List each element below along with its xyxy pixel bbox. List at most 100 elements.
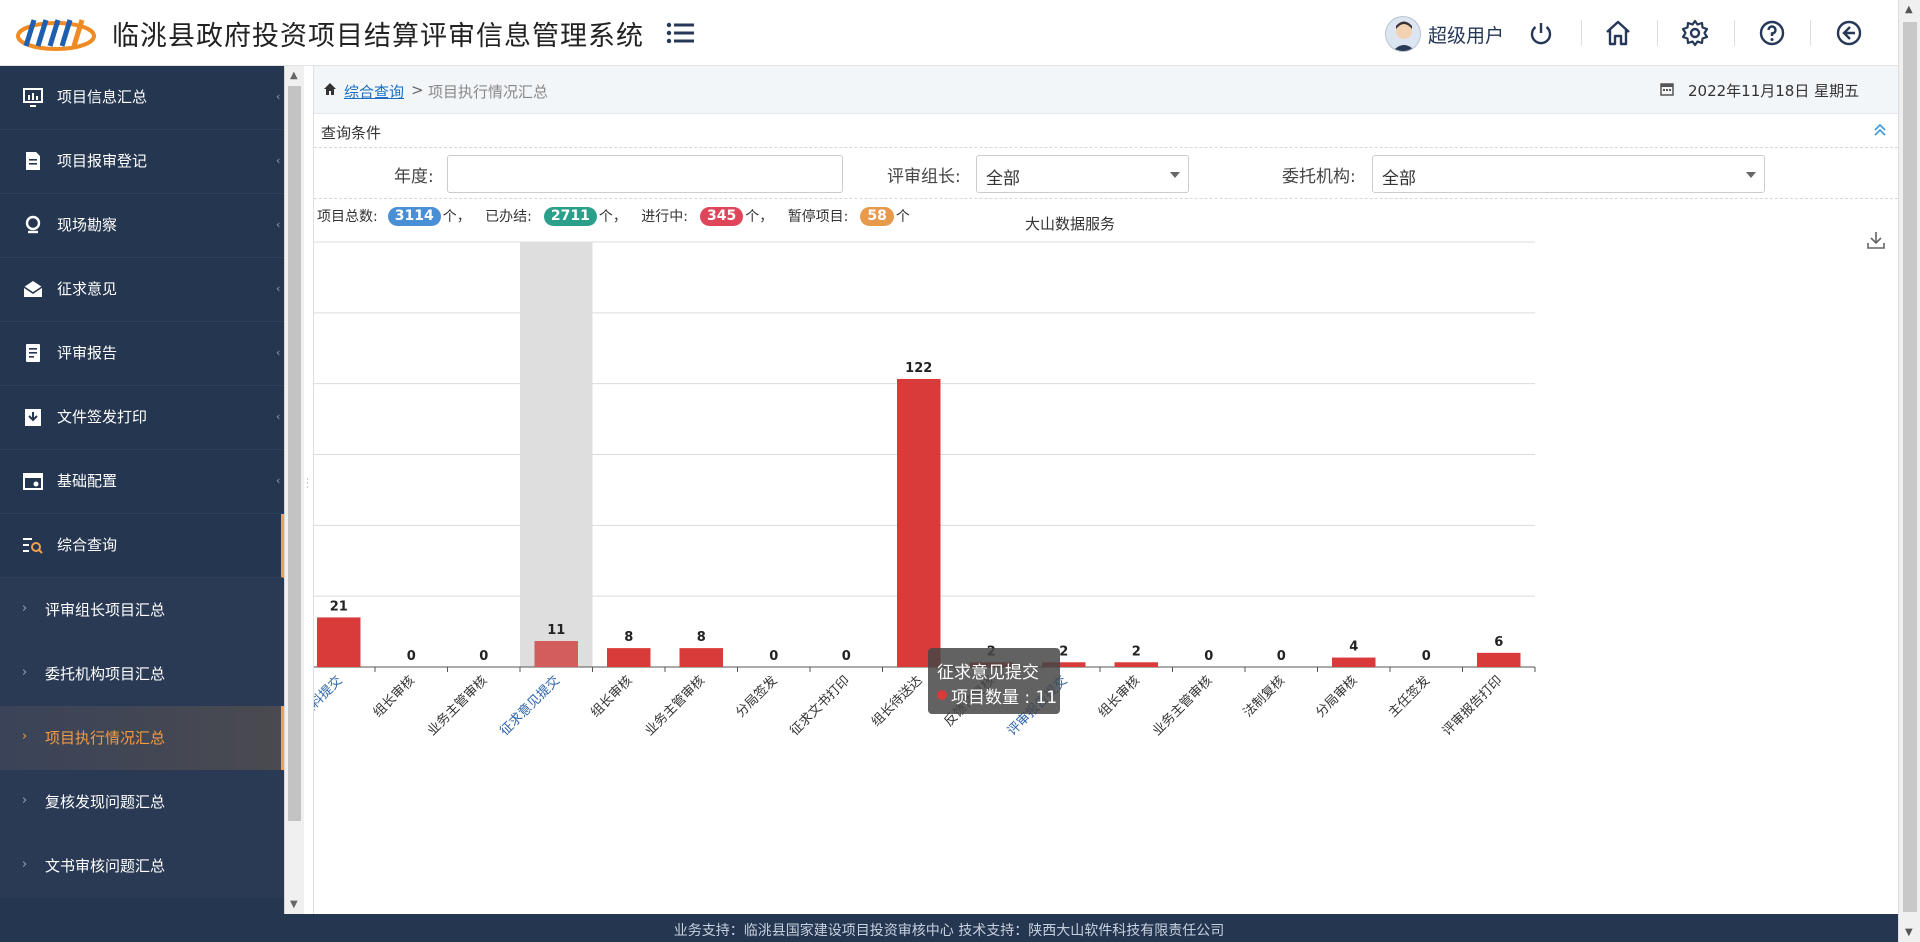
bar (317, 617, 361, 667)
tooltip-number: 11 (1035, 688, 1058, 708)
scroll-down-arrow-icon[interactable]: ▼ (290, 899, 298, 910)
chevron-left-icon: ‹ (276, 154, 281, 167)
x-tick-label: 组长审核 (371, 673, 418, 720)
power-icon[interactable] (1526, 18, 1556, 48)
sidebar-subitem-label: 文书审核问题汇总 (45, 857, 166, 875)
footer: 业务支持：临洮县国家建设项目投资审核中心 技术支持：陕西大山软件科技有限责任公司 (0, 914, 1898, 942)
data-label: 122 (905, 361, 932, 376)
chevron-left-icon: ‹ (276, 90, 281, 103)
bar-chart: 03060901201501805报审资料提交154业务主管审核0分局签发21现… (314, 241, 1536, 739)
menu-list-icon[interactable] (665, 18, 697, 48)
list-search-icon (23, 538, 43, 554)
sidebar-subitem-label: 复核发现问题汇总 (45, 793, 166, 811)
scrollbar-thumb[interactable] (1903, 22, 1917, 912)
x-tick-label: 组长审核 (1096, 673, 1143, 720)
sidebar-item-site-survey[interactable]: 现场勘察 ‹ (0, 194, 284, 258)
scrollbar-thumb[interactable] (288, 86, 301, 821)
bar (607, 648, 651, 667)
data-label: 21 (330, 599, 348, 614)
data-label: 0 (407, 649, 416, 664)
data-label: 6 (1494, 635, 1503, 650)
series-marker-icon (937, 690, 947, 700)
data-label: 2 (1059, 644, 1068, 659)
bar (897, 378, 941, 667)
logo-icon (16, 19, 96, 51)
panel-splitter[interactable]: · · · (304, 66, 314, 914)
sidebar-item-label: 文件签发打印 (57, 408, 148, 426)
sidebar-item-base-config[interactable]: 基础配置 ‹ (0, 450, 284, 514)
page-scrollbar[interactable]: ▲ ▼ (1898, 0, 1920, 942)
sidebar-subitem-label: 委托机构项目汇总 (45, 665, 166, 683)
sidebar-subitem-org-summary[interactable]: › 委托机构项目汇总 (0, 642, 284, 706)
x-tick-label: 业务主管审核 (1149, 673, 1215, 739)
data-label: 0 (479, 649, 488, 664)
header-divider (1581, 20, 1582, 46)
sidebar-item-project-summary[interactable]: 项目信息汇总 ‹ (0, 66, 284, 130)
scroll-down-arrow-icon[interactable]: ▼ (1905, 927, 1913, 938)
sidebar-item-label: 现场勘察 (57, 216, 118, 234)
data-label: 8 (624, 630, 633, 645)
main-content: 综合查询 > 项目执行情况汇总 2022年11月18日 星期五 查询条件 年度:… (314, 66, 1898, 914)
x-tick-label: 分局审核 (1313, 673, 1360, 720)
x-tick-label: 征求文书打印 (787, 673, 853, 739)
sidebar-item-opinions[interactable]: 征求意见 ‹ (0, 258, 284, 322)
x-tick-label: 评审报告打印 (1440, 673, 1506, 739)
data-label: 0 (1204, 649, 1213, 664)
x-tick-label: 法制复核 (1241, 673, 1288, 720)
document-icon (26, 152, 40, 170)
envelope-open-icon (23, 281, 43, 297)
x-tick-label: 组长待送达 (869, 673, 926, 730)
sidebar-subitem-label: 项目执行情况汇总 (45, 729, 166, 747)
tooltip-title: 征求意见提交 (937, 663, 1039, 683)
chevron-right-icon: › (22, 729, 28, 744)
help-icon[interactable] (1757, 18, 1787, 48)
scroll-up-arrow-icon[interactable]: ▲ (290, 70, 298, 81)
x-tick-label: 组长审核 (588, 673, 635, 720)
data-label: 0 (769, 649, 778, 664)
chevron-right-icon: › (22, 665, 28, 680)
chevron-left-icon: ‹ (276, 282, 281, 295)
data-label: 0 (1277, 649, 1286, 664)
sidebar-subitem-recheck-issues[interactable]: › 复核发现问题汇总 (0, 770, 284, 834)
bar (1114, 662, 1158, 667)
data-label: 0 (842, 649, 851, 664)
sidebar-item-file-sign-print[interactable]: 文件签发打印 ‹ (0, 386, 284, 450)
user-name[interactable]: 超级用户 (1428, 21, 1504, 48)
sidebar-subitem-document-issues[interactable]: › 文书审核问题汇总 (0, 834, 284, 898)
x-tick-label: 现场资料提交 (314, 673, 346, 739)
sidebar-item-general-query[interactable]: 综合查询 (0, 514, 284, 578)
sidebar-item-label: 综合查询 (57, 536, 118, 554)
sidebar-subitem-leader-summary[interactable]: › 评审组长项目汇总 (0, 578, 284, 642)
x-tick-label: 业务主管审核 (424, 673, 490, 739)
bar (679, 648, 723, 667)
sidebar-scrollbar[interactable]: ▲ ▼ (284, 66, 304, 914)
sidebar-subitem-label: 评审组长项目汇总 (45, 601, 166, 619)
sidebar-subitem-execution-summary[interactable]: › 项目执行情况汇总 (0, 706, 284, 770)
chart-board-icon (23, 88, 43, 107)
back-icon[interactable] (1834, 18, 1864, 48)
chevron-left-icon: ‹ (276, 410, 281, 423)
top-header: 临洮县政府投资项目结算评审信息管理系统 超级用户 (0, 0, 1898, 66)
bar (534, 641, 578, 667)
home-icon[interactable] (1603, 18, 1633, 48)
sidebar-item-project-register[interactable]: 项目报审登记 ‹ (0, 130, 284, 194)
avatar[interactable] (1385, 16, 1421, 52)
chevron-left-icon: ‹ (276, 218, 281, 231)
sidebar-item-review-report[interactable]: 评审报告 ‹ (0, 322, 284, 386)
data-label: 4 (1349, 640, 1358, 655)
report-icon (26, 344, 40, 362)
tooltip-series: 项目数量 (951, 688, 1019, 708)
data-label: 0 (1422, 649, 1431, 664)
footer-text: 业务支持：临洮县国家建设项目投资审核中心 技术支持：陕西大山软件科技有限责任公司 (673, 923, 1225, 939)
tooltip-value: 项目数量 : 11 (951, 683, 1057, 708)
app-root: 临洮县政府投资项目结算评审信息管理系统 超级用户 项目信息汇总 ‹ 项目报审登记… (0, 0, 1920, 942)
gear-icon[interactable] (1680, 18, 1710, 48)
data-label: 8 (697, 630, 706, 645)
drag-handle-icon[interactable]: · · · (306, 476, 309, 493)
bar (1332, 657, 1376, 667)
tooltip-separator: : (1019, 688, 1036, 708)
data-label: 11 (547, 623, 565, 638)
app-title: 临洮县政府投资项目结算评审信息管理系统 (112, 21, 644, 52)
scroll-up-arrow-icon[interactable]: ▲ (1905, 4, 1913, 15)
chevron-right-icon: › (22, 793, 28, 808)
